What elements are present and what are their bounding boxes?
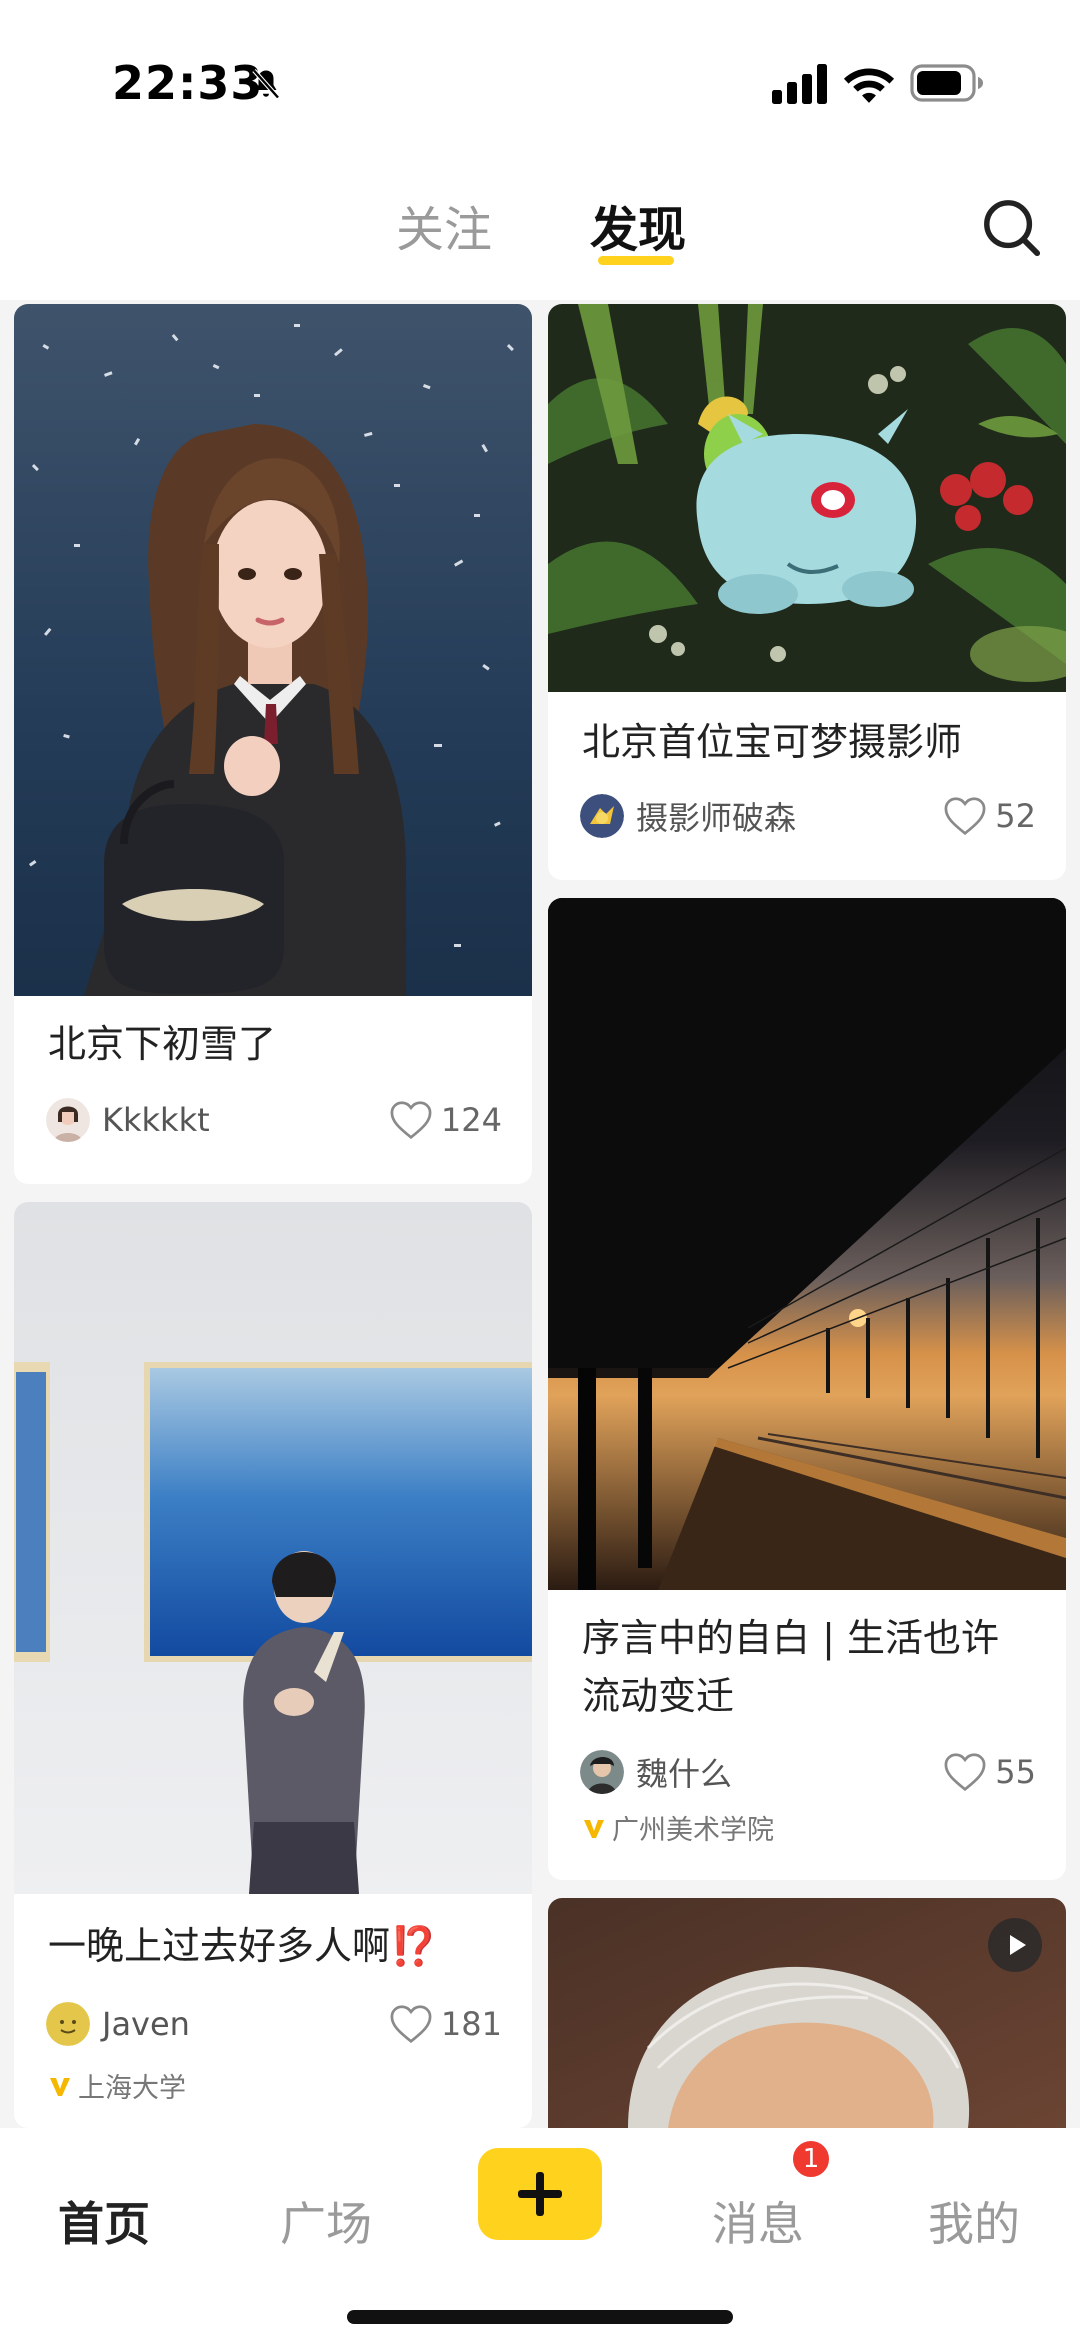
signal-icon <box>772 64 827 104</box>
author-name: 魏什么 <box>636 1755 733 1793</box>
like-button[interactable]: 52 <box>943 792 1036 840</box>
card-author[interactable]: 魏什么 <box>580 1748 732 1796</box>
message-badge: 1 <box>790 2138 832 2180</box>
avatar <box>580 794 624 838</box>
card-title: 北京首位宝可梦摄影师 <box>582 720 963 764</box>
author-name: Kkkkkt <box>102 1101 210 1139</box>
nav-plaza[interactable]: 广场 <box>280 2188 372 2254</box>
avatar <box>580 1750 624 1794</box>
author-name: 摄影师破森 <box>636 799 797 837</box>
author-name: Javen <box>102 2005 190 2043</box>
card-author[interactable]: 摄影师破森 <box>580 792 796 840</box>
like-button[interactable]: 124 <box>389 1096 502 1144</box>
card-photo-elderly-portrait[interactable] <box>548 1898 1066 2128</box>
card-title-line2: 流动变迁 <box>582 1674 735 1718</box>
card-photo-sunset-platform[interactable] <box>548 898 1066 1590</box>
card-title: 一晚上过去好多人啊⁉️ <box>48 1924 438 1968</box>
active-tab-indicator <box>598 256 674 265</box>
card-title: 北京下初雪了 <box>48 1022 277 1066</box>
verified-v-icon <box>50 2077 70 2096</box>
top-tabs-header: 关注 发现 <box>0 160 1080 300</box>
heart-icon <box>944 797 986 836</box>
feed-card-snow[interactable]: 北京下初雪了 Kkkkkt 124 <box>14 304 532 1184</box>
tab-discover[interactable]: 发现 <box>590 190 686 260</box>
card-author[interactable]: Javen <box>46 2000 190 2048</box>
heart-icon <box>390 2005 432 2044</box>
wifi-icon <box>843 68 895 103</box>
school-name: 广州美术学院 <box>612 1815 774 1846</box>
card-photo-snow-portrait[interactable] <box>14 304 532 996</box>
card-author[interactable]: Kkkkkt <box>46 1096 210 1144</box>
feed-card-gallery[interactable]: 一晚上过去好多人啊⁉️ Javen 181 上海大学 <box>14 1202 532 2128</box>
home-indicator[interactable] <box>347 2310 733 2324</box>
like-count: 55 <box>995 1753 1036 1791</box>
like-count: 52 <box>995 797 1036 835</box>
battery-icon <box>910 64 983 102</box>
avatar <box>46 2002 90 2046</box>
like-count: 124 <box>440 1101 502 1139</box>
feed-card-video[interactable] <box>548 1898 1066 2128</box>
nav-me[interactable]: 我的 <box>928 2188 1020 2254</box>
plus-icon <box>518 2172 562 2216</box>
card-title-line1: 序言中的自白 | 生活也许 <box>582 1616 999 1660</box>
like-button[interactable]: 55 <box>943 1748 1036 1796</box>
app-screen: 22:33 关注 发现 北京下初雪了 Kkkkkt 124 北京首位宝可梦摄影师… <box>0 0 1080 2348</box>
heart-icon <box>390 1101 432 1140</box>
heart-icon <box>944 1753 986 1792</box>
create-post-button[interactable] <box>478 2148 602 2240</box>
nav-messages[interactable]: 消息 <box>712 2188 804 2254</box>
tab-follow[interactable]: 关注 <box>396 190 492 260</box>
author-school: 广州美术学院 <box>582 1808 774 1847</box>
author-school: 上海大学 <box>48 2066 186 2105</box>
card-photo-bulbasaur-plush[interactable] <box>548 304 1066 692</box>
like-button[interactable]: 181 <box>389 2000 502 2048</box>
feed-card-pokemon[interactable]: 北京首位宝可梦摄影师 摄影师破森 52 <box>548 304 1066 880</box>
nav-home[interactable]: 首页 <box>58 2188 150 2254</box>
bell-off-icon <box>252 69 280 99</box>
video-play-icon[interactable] <box>988 1918 1042 1972</box>
school-name: 上海大学 <box>78 2073 186 2104</box>
status-time: 22:33 <box>112 56 264 110</box>
avatar <box>46 1098 90 1142</box>
like-count: 181 <box>440 2005 502 2043</box>
search-icon[interactable] <box>980 196 1042 258</box>
status-bar: 22:33 <box>0 0 1080 160</box>
feed-card-sunset-station[interactable]: 序言中的自白 | 生活也许 流动变迁 魏什么 55 广州美术学院 <box>548 898 1066 1880</box>
card-photo-art-gallery[interactable] <box>14 1202 532 1894</box>
verified-v-icon <box>584 1819 604 1838</box>
